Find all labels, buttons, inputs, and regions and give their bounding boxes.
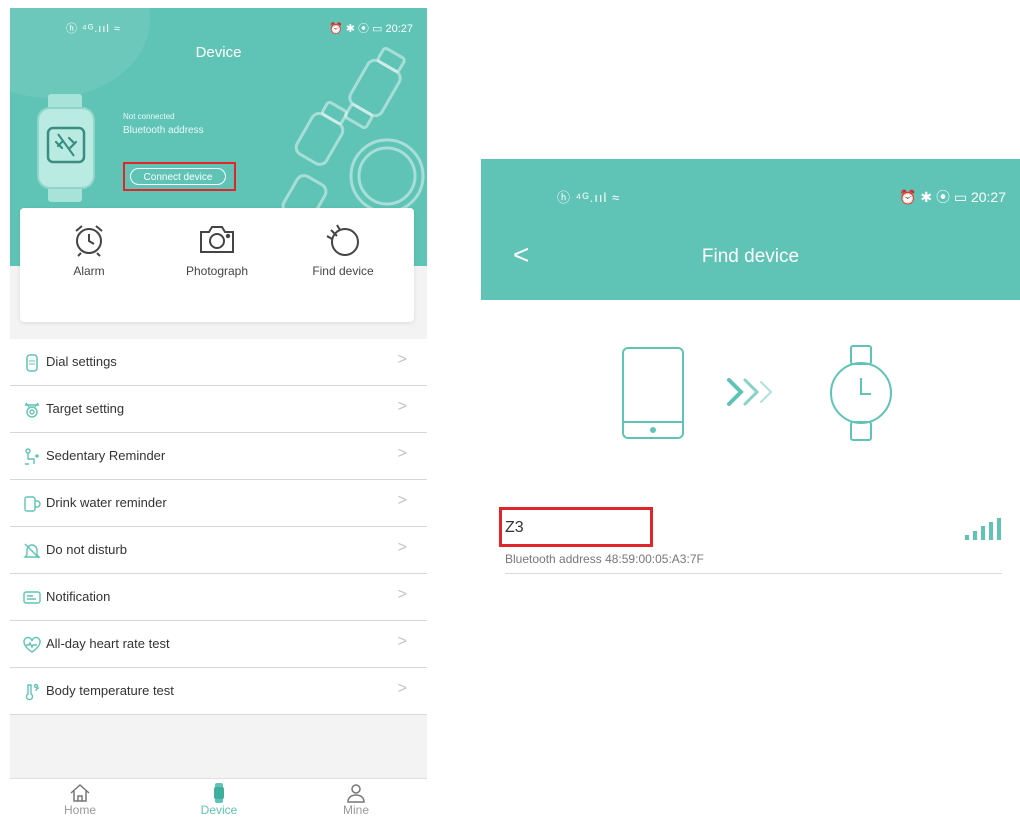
menu-label: Sedentary Reminder [46,448,166,463]
watch-clock-icon [830,345,892,441]
divider [505,573,1002,574]
menu-label: Notification [46,589,111,604]
signal-strength-icon [965,518,1001,540]
menu-item-dial-settings[interactable]: Dial settings > [10,339,427,386]
chevron-right-icon: > [397,492,407,509]
alarm-clock-icon [75,225,103,257]
page-title: Find device [701,246,800,267]
phone-to-watch-illustration [622,345,892,441]
camera-icon [200,226,234,253]
menu-label: All-day heart rate test [46,636,170,651]
alarm-label: Alarm [73,264,105,278]
menu-item-drink-water-reminder[interactable]: Drink water reminder > [10,480,427,527]
menu-label: Do not disturb [46,542,127,557]
find-device-screen: ⓗ ⁴ᴳ.ııl ≈ ⏰ ✱ ⦿ ▭ 20:27 < Find device Z… [481,159,1020,818]
person-icon [347,784,365,803]
chevron-right-icon: > [397,398,407,415]
chevron-right-icon: > [397,586,407,603]
connection-status: Not connected [123,112,175,121]
bluetooth-address-value: 48:59:00:05:A3:7F [605,552,704,566]
find-device-label: Find device [312,264,374,278]
menu-item-body-temperature-test[interactable]: Body temperature test > [10,668,427,715]
menu-label: Drink water reminder [46,495,167,510]
message-icon [23,591,41,604]
sedentary-icon [25,448,39,465]
thermometer-icon [25,683,40,701]
arrows-icon [727,378,773,406]
settings-menu: Dial settings > Target setting > Sedenta… [10,339,427,715]
menu-label: Body temperature test [46,683,174,698]
menu-item-target-setting[interactable]: Target setting > [10,386,427,433]
find-device-icon [326,224,359,256]
phone-icon [622,347,684,439]
connect-device-button[interactable]: Connect device [130,168,226,185]
device-screen: ⓗ ⁴ᴳ.ııl ≈ ⏰ ✱ ⦿ ▭ 20:27 Device Not conn… [10,8,427,818]
watch-face-icon [26,354,38,372]
tab-home[interactable]: Home [30,783,130,817]
find-device-button[interactable]: Find device [288,222,398,278]
device-name[interactable]: Z3 [505,519,524,537]
quick-actions-card: Alarm Photograph Find device [20,208,414,322]
decorative-watches [281,46,425,224]
watch-icon [214,783,224,803]
menu-label: Dial settings [46,354,117,369]
menu-item-heart-rate-test[interactable]: All-day heart rate test > [10,621,427,668]
cup-icon [24,496,41,512]
highlight-box: Connect device [123,162,236,191]
chevron-right-icon: > [397,445,407,462]
find-device-header: ⓗ ⁴ᴳ.ııl ≈ ⏰ ✱ ⦿ ▭ 20:27 < Find device [481,159,1020,300]
chevron-right-icon: > [397,351,407,368]
status-bar-left: ⓗ ⁴ᴳ.ııl ≈ [66,23,121,35]
status-bar-right: ⏰ ✱ ⦿ ▭ 20:27 [899,189,1006,205]
status-bar-right: ⏰ ✱ ⦿ ▭ 20:27 [328,23,413,35]
disconnected-watch-icon [37,94,95,202]
chevron-right-icon: > [397,539,407,556]
tab-label: Device [200,803,238,817]
bottom-tab-bar: Home Device Mine [10,778,427,818]
menu-label: Target setting [46,401,125,416]
home-icon [70,783,90,802]
menu-item-do-not-disturb[interactable]: Do not disturb > [10,527,427,574]
bell-off-icon [23,543,41,559]
target-icon [25,402,39,418]
device-bluetooth-address: Bluetooth address 48:59:00:05:A3:7F [505,552,704,566]
status-bar-left: ⓗ ⁴ᴳ.ııl ≈ [557,190,621,205]
tab-mine[interactable]: Mine [306,783,406,817]
chevron-right-icon: > [397,680,407,697]
menu-item-notification[interactable]: Notification > [10,574,427,621]
chevron-right-icon: > [397,633,407,650]
heart-rate-icon [23,636,41,653]
tab-label: Mine [342,803,369,817]
tab-label: Home [63,803,96,817]
tab-device[interactable]: Device [169,783,269,817]
menu-item-sedentary-reminder[interactable]: Sedentary Reminder > [10,433,427,480]
alarm-button[interactable]: Alarm [34,222,144,278]
bluetooth-address-label: Bluetooth address [123,125,204,136]
photograph-button[interactable]: Photograph [162,222,272,278]
bluetooth-address-label: Bluetooth address [505,552,602,566]
photograph-label: Photograph [185,264,249,278]
